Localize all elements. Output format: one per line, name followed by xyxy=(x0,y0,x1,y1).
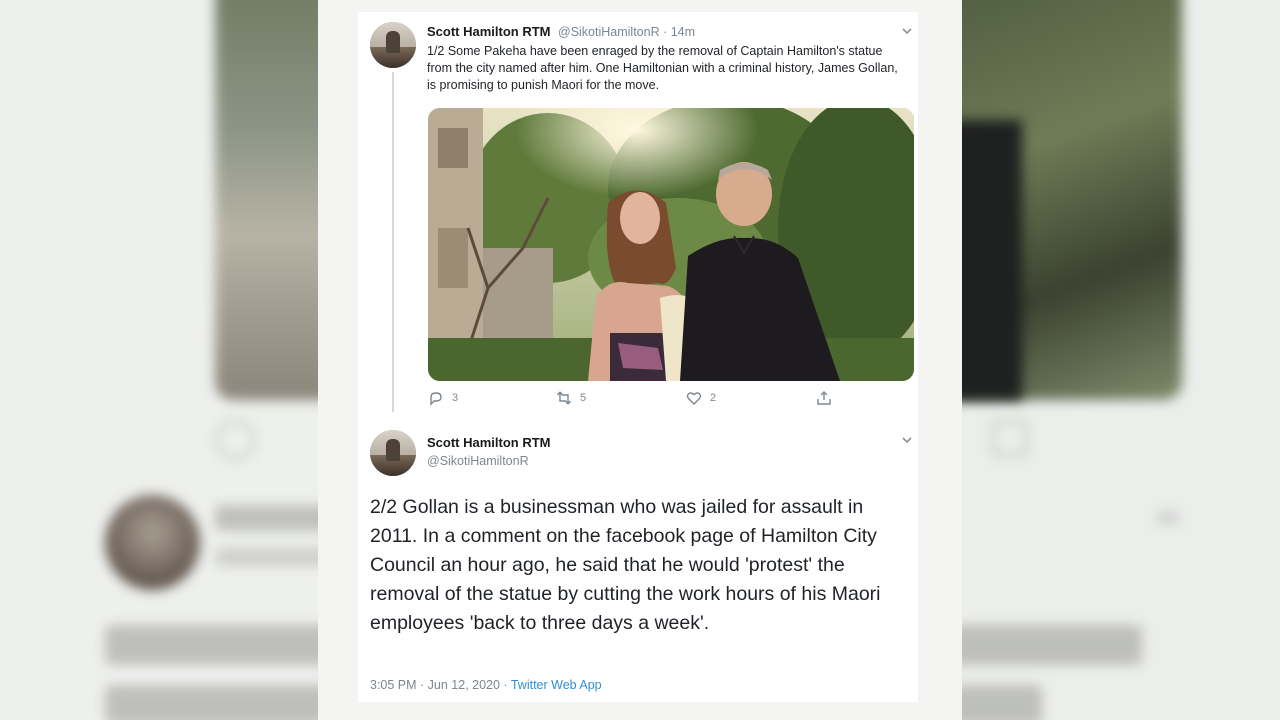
tweet-footer: 3:05 PM · Jun 12, 2020 · Twitter Web App xyxy=(370,678,602,692)
reply-count: 3 xyxy=(452,392,459,404)
like-button[interactable]: 2 xyxy=(686,390,716,406)
tweet-time[interactable]: 14m xyxy=(671,25,695,39)
retweet-button[interactable]: 5 xyxy=(556,390,586,406)
author-name[interactable]: Scott Hamilton RTM xyxy=(427,435,551,450)
avatar[interactable] xyxy=(370,22,416,68)
blurred-background-left xyxy=(0,0,318,720)
reply-button[interactable]: 3 xyxy=(428,390,458,406)
tweet-thread: Scott Hamilton RTM @SikotiHamiltonR · 14… xyxy=(358,12,918,702)
tweet-timestamp[interactable]: 3:05 PM · Jun 12, 2020 xyxy=(370,678,500,692)
chevron-down-icon[interactable] xyxy=(901,25,913,37)
author-handle[interactable]: @SikotiHamiltonR xyxy=(427,454,529,468)
like-icon xyxy=(686,392,702,405)
blurred-background-right xyxy=(962,0,1280,720)
author-handle[interactable]: @SikotiHamiltonR xyxy=(558,25,660,39)
author-name[interactable]: Scott Hamilton RTM xyxy=(427,24,551,39)
retweet-icon xyxy=(556,391,572,405)
avatar[interactable] xyxy=(370,430,416,476)
tweet-meta: @SikotiHamiltonR · 14m xyxy=(558,25,696,39)
chevron-down-icon[interactable] xyxy=(901,434,913,446)
tweet-actions: 3 5 2 xyxy=(428,390,848,412)
reply-icon xyxy=(430,392,442,406)
retweet-count: 5 xyxy=(580,392,587,404)
thread-connector xyxy=(392,72,394,412)
tweet-photo[interactable] xyxy=(428,108,914,381)
tweet-source[interactable]: Twitter Web App xyxy=(511,678,602,692)
tweet-text: 2/2 Gollan is a businessman who was jail… xyxy=(370,496,881,634)
footer-separator: · xyxy=(499,678,511,692)
like-count: 2 xyxy=(710,392,717,404)
share-icon xyxy=(817,391,831,405)
share-button[interactable] xyxy=(816,390,832,406)
tweet-screenshot: Scott Hamilton RTM @SikotiHamiltonR · 14… xyxy=(318,0,962,720)
tweet-text: 1/2 Some Pakeha have been enraged by the… xyxy=(427,44,898,92)
